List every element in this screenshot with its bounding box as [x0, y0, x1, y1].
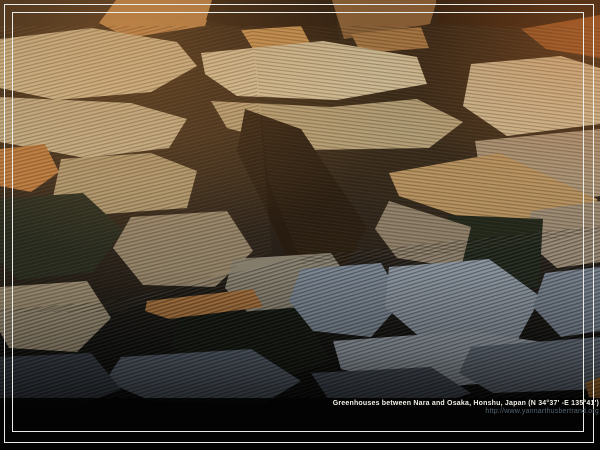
photo-caption: Greenhouses between Nara and Osaka, Hons…	[333, 400, 599, 415]
wallpaper: Greenhouses between Nara and Osaka, Hons…	[0, 0, 600, 450]
caption-credit-url: http://www.yannarthusbertrand.org	[333, 408, 599, 415]
photo-lighting	[0, 0, 600, 450]
shadow-vignette	[0, 0, 600, 450]
aerial-photo	[0, 0, 600, 450]
caption-title: Greenhouses between Nara and Osaka, Hons…	[333, 400, 599, 407]
